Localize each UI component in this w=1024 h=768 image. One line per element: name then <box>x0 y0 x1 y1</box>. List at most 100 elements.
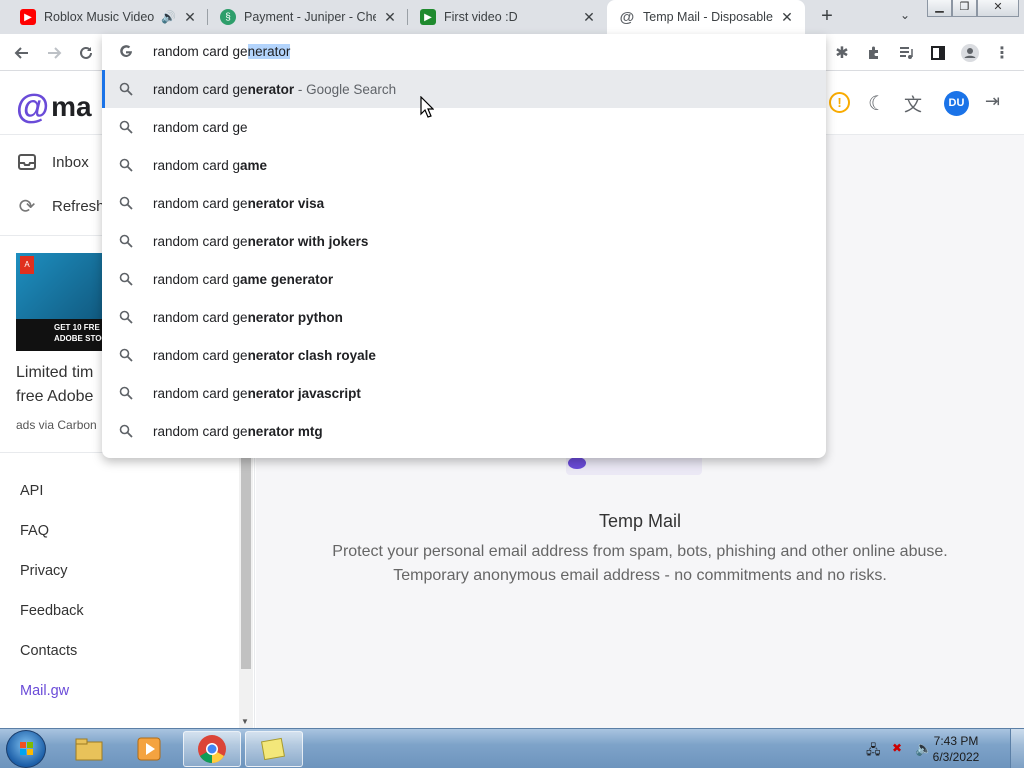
suggestion-text: random card ge <box>153 119 248 135</box>
mouse-cursor-icon <box>420 95 435 121</box>
maximize-button[interactable]: ❐ <box>952 0 977 17</box>
suggestion-item[interactable]: random card generator visa <box>102 184 826 222</box>
address-bar[interactable]: random card generator <box>102 34 826 70</box>
search-icon <box>119 234 133 248</box>
link-api[interactable]: API <box>20 483 43 499</box>
new-tab-button[interactable]: + <box>815 5 839 29</box>
tab-roblox-music-video[interactable]: ▶ Roblox Music Video 🔊 ✕ <box>8 0 208 34</box>
system-clock[interactable]: 7:43 PM 6/3/2022 <box>926 733 986 765</box>
mailbox-illustration <box>566 455 702 475</box>
bug-extension-icon[interactable]: ✱ <box>830 41 854 65</box>
search-icon <box>119 272 133 286</box>
sidebar-scrollbar[interactable]: ▼ <box>239 445 253 728</box>
search-icon <box>119 120 133 134</box>
audio-playing-icon[interactable]: 🔊 <box>161 10 176 24</box>
google-g-icon <box>119 44 133 61</box>
youtube-icon: ▶ <box>20 9 36 25</box>
suggestion-item[interactable]: random card generator javascript <box>102 374 826 412</box>
search-icon <box>119 158 133 172</box>
search-icon <box>119 386 133 400</box>
tab-search-icon[interactable]: ⌄ <box>896 8 914 26</box>
profile-icon[interactable] <box>958 41 982 65</box>
ad-via-link[interactable]: ads via Carbon <box>16 418 97 432</box>
side-panel-icon[interactable] <box>926 41 950 65</box>
explorer-taskbar-button[interactable] <box>60 731 118 767</box>
network-error-icon[interactable]: ✖ <box>892 741 902 755</box>
close-icon[interactable]: ✕ <box>382 9 398 26</box>
suggestion-item[interactable]: random card ge <box>102 108 826 146</box>
link-contacts[interactable]: Contacts <box>20 643 77 659</box>
suggestion-text: random card generator - Google Search <box>153 81 397 97</box>
suggestion-item[interactable]: random card game generator <box>102 260 826 298</box>
user-avatar[interactable]: DU <box>944 91 969 116</box>
video-icon: ▶ <box>420 9 436 25</box>
adobe-logo: A <box>20 256 34 274</box>
sticky-notes-taskbar-button[interactable] <box>245 731 303 767</box>
selection-indicator <box>102 70 105 108</box>
link-feedback[interactable]: Feedback <box>20 603 84 619</box>
media-player-taskbar-button[interactable] <box>121 731 179 767</box>
dark-mode-moon-icon[interactable]: ☾ <box>868 91 886 116</box>
suggestion-item[interactable]: random card generator - Google Search <box>102 70 826 108</box>
suggestion-item[interactable]: random card game <box>102 146 826 184</box>
search-icon <box>119 310 133 324</box>
juniper-icon: § <box>220 9 236 25</box>
hero-title: Temp Mail <box>598 511 682 531</box>
action-center-icon[interactable]: 🖧 <box>866 741 881 763</box>
windows-taskbar: 🖧 ✖ 🔈 7:43 PM 6/3/2022 <box>0 728 1024 768</box>
link-privacy[interactable]: Privacy <box>20 563 68 579</box>
tab-payment-juniper[interactable]: § Payment - Juniper - Chec ✕ <box>208 0 408 34</box>
suggestion-text: random card generator clash royale <box>153 347 376 363</box>
back-icon[interactable] <box>10 41 34 65</box>
show-desktop-button[interactable] <box>1010 729 1024 768</box>
suggestion-text: random card generator javascript <box>153 385 361 401</box>
omnibox-dropdown: random card generator random card genera… <box>102 34 826 458</box>
close-icon[interactable]: ✕ <box>779 9 795 26</box>
hero-description-2: Temporary anonymous email address - no c… <box>393 567 887 584</box>
close-window-button[interactable]: ✕ <box>977 0 1019 17</box>
hero-description-1: Protect your personal email address from… <box>332 543 948 560</box>
search-icon <box>119 196 133 210</box>
suggestion-text: random card game generator <box>153 271 334 287</box>
logout-icon[interactable]: ⇥ <box>985 91 1000 112</box>
ad-text[interactable]: Limited tim free Adobe <box>16 361 93 409</box>
ad-banner-image[interactable]: A GET 10 FRE ADOBE STOCK I <box>16 253 102 351</box>
suggestion-text: random card generator mtg <box>153 423 323 439</box>
translate-icon[interactable]: 文 <box>904 91 922 117</box>
inbox-icon <box>16 151 38 173</box>
scrollbar-thumb[interactable] <box>241 445 251 669</box>
menu-dots-icon[interactable]: ⋮ <box>990 41 1014 65</box>
address-input[interactable]: random card generator <box>153 44 291 59</box>
minimize-button[interactable]: ▁ <box>927 0 952 17</box>
close-icon[interactable]: ✕ <box>581 9 597 26</box>
chrome-taskbar-button[interactable] <box>183 731 241 767</box>
tab-temp-mail[interactable]: @ Temp Mail - Disposable T ✕ <box>607 0 805 34</box>
link-mail-gw[interactable]: Mail.gw <box>20 683 69 699</box>
media-control-icon[interactable] <box>894 41 918 65</box>
at-sign-logo-icon: @ <box>16 88 50 126</box>
suggestion-item[interactable]: random card generator python <box>102 298 826 336</box>
sidebar-item-inbox[interactable]: Inbox <box>16 151 89 173</box>
forward-icon[interactable] <box>42 41 66 65</box>
suggestion-text: random card generator python <box>153 309 343 325</box>
search-icon <box>119 82 133 96</box>
scroll-down-arrow-icon[interactable]: ▼ <box>241 717 249 726</box>
site-logo[interactable]: @ ma <box>16 90 92 124</box>
sidebar-item-refresh[interactable]: ⟳ Refresh <box>16 195 105 218</box>
reload-icon[interactable] <box>74 41 98 65</box>
refresh-icon: ⟳ <box>18 195 36 218</box>
suggestion-item[interactable]: random card generator mtg <box>102 412 826 450</box>
at-sign-icon: @ <box>619 8 635 26</box>
suggestion-item[interactable]: random card generator with jokers <box>102 222 826 260</box>
autocomplete-selection: nerator <box>247 44 291 59</box>
link-faq[interactable]: FAQ <box>20 523 49 539</box>
suggestion-item[interactable]: random card generator clash royale <box>102 336 826 374</box>
suggestion-text: random card generator visa <box>153 195 325 211</box>
extensions-puzzle-icon[interactable] <box>862 41 886 65</box>
tab-strip: ▶ Roblox Music Video 🔊 ✕ § Payment - Jun… <box>0 0 1024 34</box>
close-icon[interactable]: ✕ <box>182 9 198 26</box>
warning-icon[interactable]: ! <box>829 92 850 113</box>
suggestion-text: random card game <box>153 157 268 173</box>
start-button[interactable] <box>6 730 46 768</box>
tab-first-video[interactable]: ▶ First video :D ✕ <box>408 0 607 34</box>
